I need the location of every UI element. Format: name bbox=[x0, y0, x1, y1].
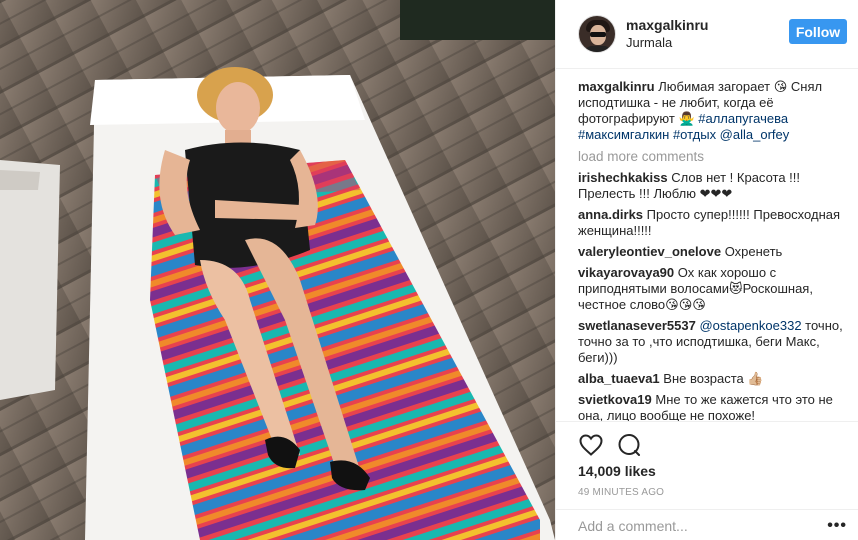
comment-item: svietkova19 Мне то же кажется что это не… bbox=[578, 392, 848, 421]
add-comment-bar: ••• bbox=[556, 509, 858, 540]
comment-username[interactable]: irishechkakiss bbox=[578, 170, 668, 185]
action-icons bbox=[578, 432, 642, 458]
post-photo[interactable] bbox=[0, 0, 555, 540]
heart-icon[interactable] bbox=[578, 432, 604, 458]
comment-text: Вне возраста 👍🏼 bbox=[663, 371, 764, 386]
comment-item: swetlanasever5537 @ostapenkoe332 точно, … bbox=[578, 318, 848, 366]
load-more-comments-link[interactable]: load more comments bbox=[578, 149, 848, 165]
caption-username[interactable]: maxgalkinru bbox=[578, 79, 655, 94]
avatar[interactable] bbox=[578, 15, 616, 53]
comment-mention[interactable]: @ostapenkoe332 bbox=[699, 318, 801, 333]
comment-username[interactable]: svietkova19 bbox=[578, 392, 652, 407]
post-timestamp: 49 MINUTES AGO bbox=[578, 487, 665, 498]
comment-username[interactable]: vikayarovaya90 bbox=[578, 265, 674, 280]
likes-count[interactable]: 14,009 likes bbox=[578, 463, 656, 479]
sunbathing-photo bbox=[0, 0, 555, 540]
ellipsis-icon[interactable]: ••• bbox=[827, 518, 847, 534]
comment-username[interactable]: valeryleontiev_onelove bbox=[578, 244, 721, 259]
comment-item: valeryleontiev_onelove Охренеть bbox=[578, 244, 848, 260]
comment-input[interactable] bbox=[578, 516, 808, 536]
post-location[interactable]: Jurmala bbox=[626, 34, 708, 51]
post-sidebar: maxgalkinru Jurmala Follow maxgalkinru Л… bbox=[555, 0, 858, 540]
comment-item: alba_tuaeva1 Вне возраста 👍🏼 bbox=[578, 371, 848, 387]
follow-button[interactable]: Follow bbox=[789, 19, 847, 44]
comment-bubble-icon[interactable] bbox=[616, 432, 642, 458]
comment-text: Охренеть bbox=[724, 244, 783, 259]
post-actions: 14,009 likes 49 MINUTES AGO bbox=[556, 421, 858, 516]
caption: maxgalkinru Любимая загорает 😘 Снял испо… bbox=[578, 79, 848, 143]
comment-item: anna.dirks Просто супер!!!!!! Превосходн… bbox=[578, 207, 848, 239]
comment-username[interactable]: anna.dirks bbox=[578, 207, 643, 222]
post-header: maxgalkinru Jurmala Follow bbox=[556, 0, 858, 69]
user-meta: maxgalkinru Jurmala bbox=[626, 17, 708, 51]
comment-username[interactable]: alba_tuaeva1 bbox=[578, 371, 660, 386]
comment-item: irishechkakiss Слов нет ! Красота !!! Пр… bbox=[578, 170, 848, 202]
post-username[interactable]: maxgalkinru bbox=[626, 17, 708, 34]
comments-list[interactable]: maxgalkinru Любимая загорает 😘 Снял испо… bbox=[578, 79, 848, 421]
comment-item: vikayarovaya90 Ох как хорошо с приподнят… bbox=[578, 265, 848, 313]
comment-username[interactable]: swetlanasever5537 bbox=[578, 318, 696, 333]
